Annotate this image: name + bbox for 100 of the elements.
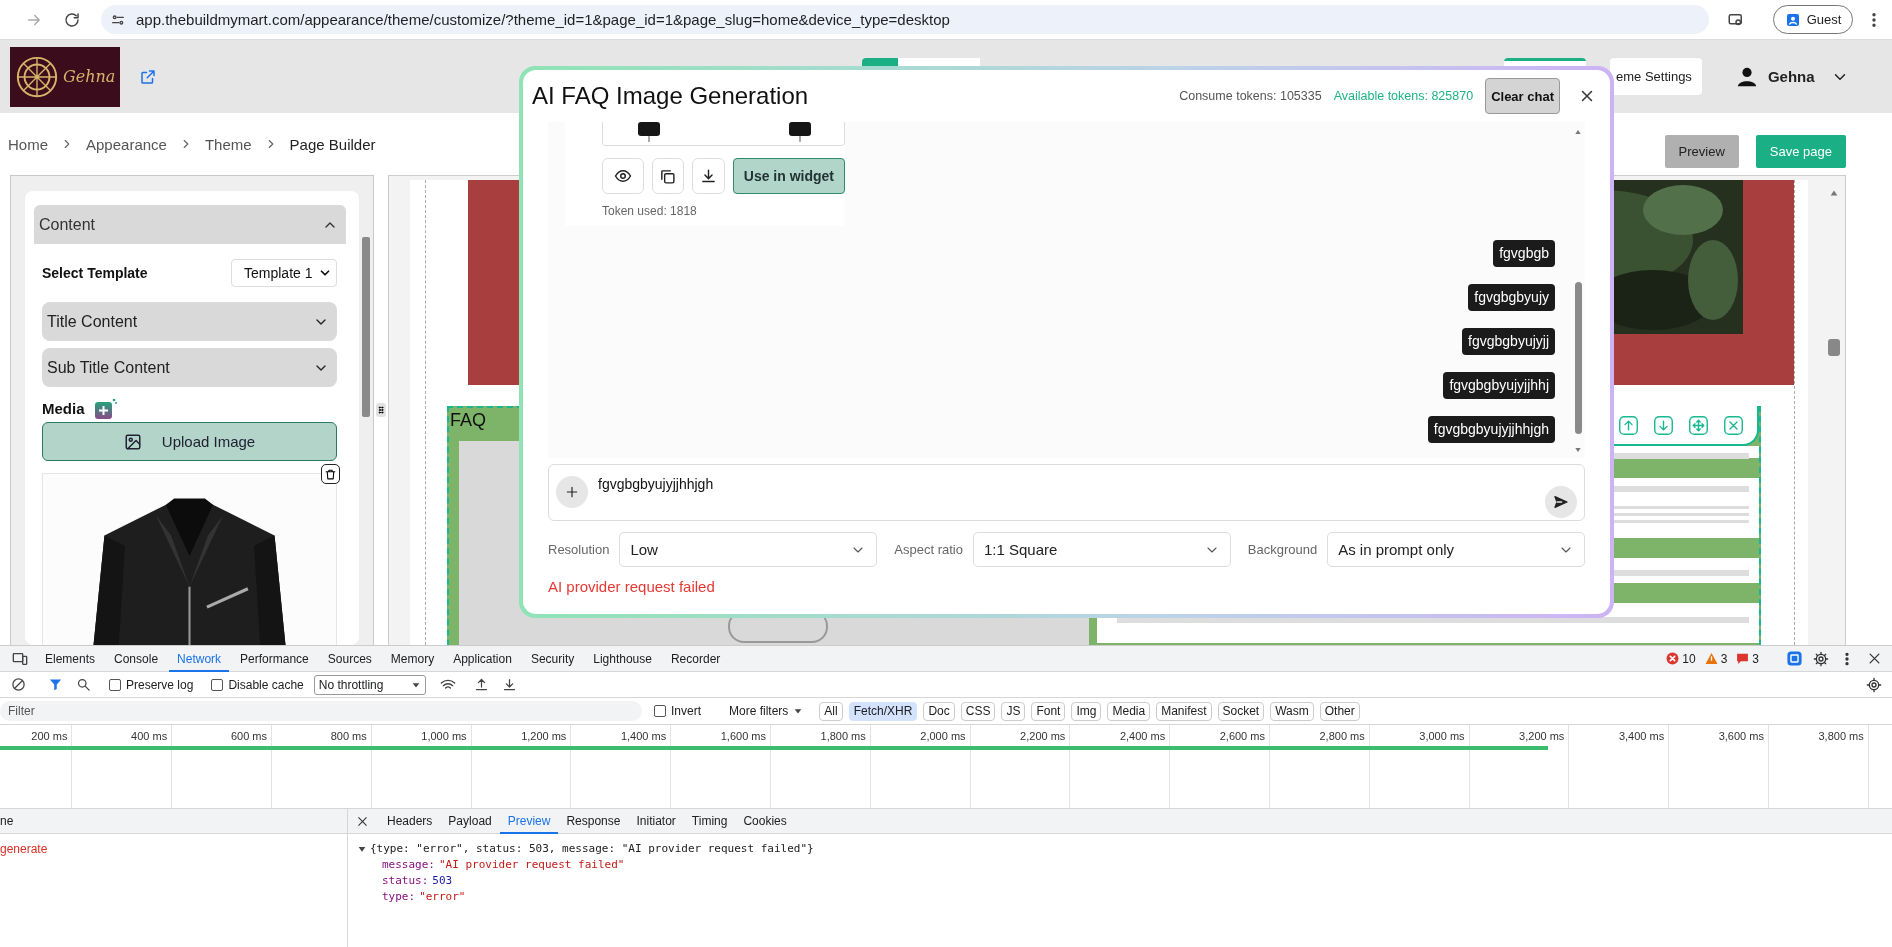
breadcrumb-item[interactable]: Home — [8, 135, 48, 153]
download-button[interactable] — [692, 158, 725, 194]
filter-field[interactable]: Filter — [0, 701, 642, 721]
request-row[interactable]: generate — [0, 838, 347, 860]
detail-tab[interactable]: Payload — [440, 808, 500, 834]
theme-settings-button[interactable]: eme Settings — [1610, 58, 1702, 95]
clear-chat-button[interactable]: Clear chat — [1485, 78, 1560, 114]
filter-chip[interactable]: JS — [1001, 701, 1026, 721]
delete-icon[interactable] — [321, 464, 340, 484]
json-field: status: 503 — [358, 873, 1892, 889]
download-icon[interactable] — [501, 677, 517, 692]
profile-button[interactable]: Guest — [1773, 5, 1853, 34]
detail-tab[interactable]: Initiator — [628, 808, 684, 834]
devtools-tab[interactable]: Recorder — [662, 645, 729, 672]
detail-tab[interactable]: Timing — [683, 808, 736, 834]
logo[interactable]: Gehna — [10, 46, 120, 107]
user-name[interactable]: Gehna — [1767, 68, 1815, 85]
upload-button[interactable]: Upload Image — [42, 422, 337, 461]
warning-count[interactable]: 3 — [1720, 651, 1728, 666]
devtools-tab[interactable]: Memory — [382, 645, 443, 672]
detail-tab[interactable]: Cookies — [735, 808, 795, 834]
devtools-tab[interactable]: Performance — [232, 645, 317, 672]
json-summary: {type: "error", status: 503, message: "AI provider request failed"} — [370, 841, 814, 857]
view-switch-option[interactable] — [898, 58, 980, 66]
error-icon — [1666, 652, 1680, 665]
send-button[interactable] — [1545, 486, 1577, 518]
devtools-tab[interactable]: Network — [169, 645, 230, 672]
view-switch-option[interactable] — [862, 58, 898, 66]
devtools-tab[interactable]: Security — [522, 645, 583, 672]
filter-chip[interactable]: Doc — [923, 701, 955, 721]
filter-chip[interactable]: CSS — [960, 701, 996, 721]
devtools-tab[interactable]: Elements — [37, 645, 104, 672]
external-link-icon[interactable] — [139, 67, 157, 86]
devtools-tab[interactable]: Application — [445, 645, 520, 672]
breadcrumb-item[interactable]: Appearance — [86, 135, 167, 153]
detail-tab[interactable]: Response — [558, 808, 629, 834]
settings-icon[interactable] — [1866, 676, 1882, 693]
option-select[interactable]: Low — [619, 532, 878, 567]
preview-button[interactable]: Preview — [1664, 135, 1739, 168]
section-label: FAQ — [449, 409, 486, 432]
template-select[interactable]: Template 1 — [231, 259, 337, 287]
view-button[interactable] — [602, 158, 644, 194]
more-filters-button[interactable]: More filters — [729, 704, 804, 718]
error-count[interactable]: 10 — [1682, 651, 1696, 666]
filter-chip[interactable]: Font — [1031, 701, 1066, 721]
search-icon[interactable] — [76, 677, 91, 692]
close-icon[interactable] — [1867, 651, 1882, 666]
token-count: Available tokens: 825870 — [1333, 89, 1474, 103]
checkbox[interactable] — [654, 705, 666, 717]
scroll-up-icon[interactable] — [1573, 128, 1583, 136]
option-select[interactable]: 1:1 Square — [972, 532, 1231, 567]
ai-sparkle-icon[interactable] — [94, 397, 117, 419]
scrollbar-thumb[interactable] — [1828, 339, 1840, 356]
header-button[interactable] — [1504, 58, 1586, 66]
devtools-tab[interactable]: Sources — [319, 645, 380, 672]
filter-chip[interactable]: Img — [1071, 701, 1102, 721]
chat-message: fgvgbgbyujyjj — [1462, 328, 1555, 355]
checkbox-label[interactable]: Disable cache — [228, 677, 304, 692]
accordion-header[interactable]: Sub Title Content — [42, 348, 337, 387]
device-toolbar-icon[interactable] — [12, 650, 28, 667]
reload-icon[interactable] — [63, 10, 81, 29]
filter-chip[interactable]: Wasm — [1270, 701, 1314, 721]
clear-icon[interactable] — [11, 677, 26, 692]
checkbox-label[interactable]: Preserve log — [126, 677, 194, 692]
accordion-header[interactable]: Title Content — [42, 302, 337, 341]
checkbox[interactable] — [109, 678, 121, 691]
issue-count[interactable]: 3 — [1752, 651, 1759, 666]
dock-icon[interactable] — [1786, 650, 1803, 667]
use-in-widget-button[interactable]: Use in widget — [732, 158, 845, 194]
checkbox-label[interactable]: Invert — [671, 704, 701, 718]
accordion-header[interactable]: Content — [34, 205, 346, 244]
detail-tab[interactable]: Headers — [379, 808, 441, 834]
detail-tab[interactable]: Preview — [499, 808, 559, 834]
throttling-select[interactable]: No throttling — [313, 674, 426, 695]
filter-icon[interactable] — [48, 677, 63, 692]
devtools-tab[interactable]: Lighthouse — [585, 645, 660, 672]
upload-icon[interactable] — [473, 677, 489, 692]
column-header[interactable]: ne — [0, 809, 347, 834]
devtools-tab[interactable]: Console — [106, 645, 167, 672]
close-icon[interactable] — [356, 814, 369, 828]
expand-triangle-icon[interactable] — [358, 845, 366, 853]
add-button[interactable] — [556, 475, 588, 508]
settings-icon[interactable] — [1813, 650, 1829, 667]
field-label: Background — [1247, 542, 1318, 557]
filter-chip[interactable]: Socket — [1217, 701, 1265, 721]
scrollbar-thumb[interactable] — [362, 237, 370, 417]
scroll-up-icon[interactable] — [1828, 188, 1840, 198]
option-select[interactable]: As in prompt only — [1327, 532, 1585, 567]
filter-chip[interactable]: Media — [1107, 701, 1151, 721]
prompt-field[interactable]: fgvgbgbyujyjjhhjgh — [548, 464, 1585, 521]
checkbox[interactable] — [211, 678, 224, 691]
scrollbar-thumb[interactable] — [1574, 282, 1582, 434]
filter-chip[interactable]: All — [819, 701, 843, 721]
breadcrumb-item[interactable]: Theme — [204, 135, 252, 153]
address-bar[interactable]: app.thebuildmymart.com/appearance/theme/customize/?theme_id=1&page_id=1&page_slug=home&device_type=desktop — [101, 5, 1709, 34]
filter-chip[interactable]: Other — [1319, 701, 1360, 721]
filter-chip[interactable]: Fetch/XHR — [848, 701, 918, 721]
copy-button[interactable] — [651, 158, 685, 194]
drag-handle-icon[interactable] — [376, 403, 386, 417]
filter-chip[interactable]: Manifest — [1156, 701, 1212, 721]
